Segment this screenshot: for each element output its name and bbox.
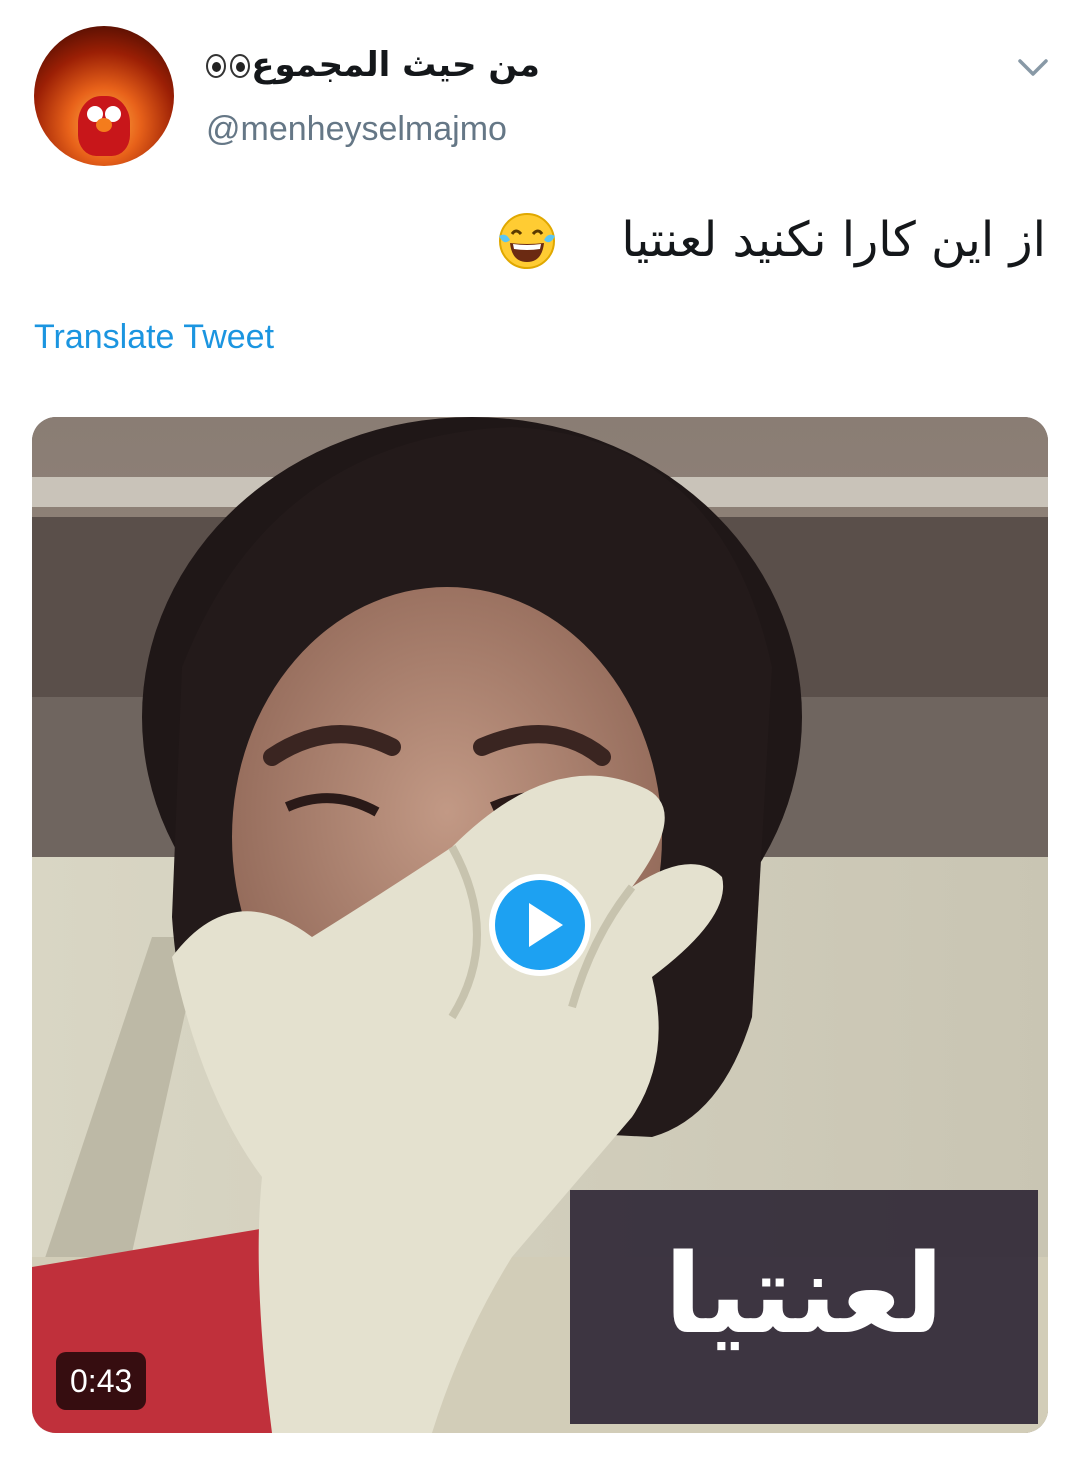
- video-caption-text: لعنتیا: [664, 1230, 944, 1358]
- translate-tweet-link[interactable]: Translate Tweet: [34, 318, 274, 357]
- video-player[interactable]: لعنتیا 0:43: [32, 417, 1048, 1433]
- display-name[interactable]: من حيث المجموع: [251, 40, 540, 90]
- play-button[interactable]: [489, 874, 591, 976]
- play-icon: [529, 903, 563, 947]
- video-duration-badge: 0:43: [56, 1352, 147, 1410]
- avatar[interactable]: [34, 26, 174, 166]
- chevron-down-icon[interactable]: [1016, 52, 1050, 82]
- video-caption-overlay: لعنتیا: [570, 1190, 1038, 1424]
- user-handle[interactable]: @menheyselmajmo: [206, 110, 507, 149]
- avatar-character: [78, 96, 130, 156]
- eyes-emoji: [206, 52, 254, 80]
- tweet-text: از این کارا نکنید لعنتیا: [621, 212, 1046, 268]
- face-with-tears-of-joy-emoji: [499, 213, 555, 269]
